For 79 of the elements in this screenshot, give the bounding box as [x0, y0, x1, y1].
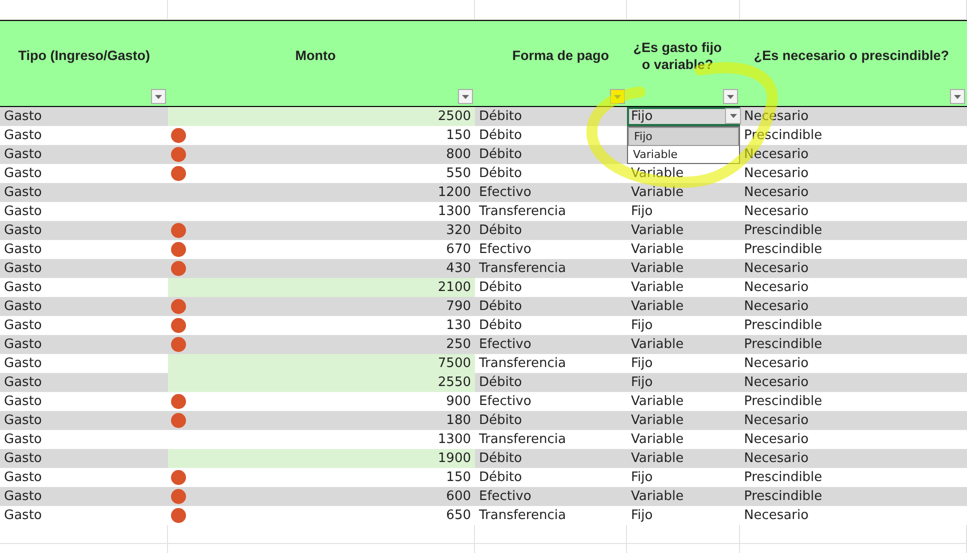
header-label: Forma de pago [512, 48, 609, 65]
cell-value: Variable [631, 261, 684, 276]
dropdown-option[interactable]: Variable [628, 146, 739, 163]
table-cell: Efectivo [475, 183, 627, 202]
amount-value: 130 [446, 317, 471, 335]
cell-value: Fijo [631, 508, 653, 523]
amount-value: 2100 [438, 279, 471, 297]
table-cell: Gasto [0, 259, 168, 278]
table-cell: Débito [475, 411, 627, 430]
cell-value: Fijo [631, 356, 653, 371]
cell-value: Variable [631, 489, 684, 504]
table-cell: Gasto [0, 221, 168, 240]
table-cell: Efectivo [475, 335, 627, 354]
amount-value: 900 [446, 393, 471, 411]
cell-value: Variable [631, 451, 684, 466]
table-cell: Prescindible [740, 487, 967, 506]
cell-value: Variable [631, 185, 684, 200]
cell-value: Fijo [631, 318, 653, 333]
table-cell: Débito [475, 297, 627, 316]
amount-value: 550 [446, 165, 471, 183]
cell-value: Fijo [631, 204, 653, 219]
amount-value: 2550 [438, 374, 471, 392]
table-cell: Necesario [740, 373, 967, 392]
table-cell: Necesario [740, 259, 967, 278]
table-cell: Transferencia [475, 259, 627, 278]
amount-value: 430 [446, 260, 471, 278]
amount-value: 1200 [438, 184, 471, 202]
cell-value: Variable [631, 280, 684, 295]
header-label: ¿Es necesario o prescindible? [754, 48, 949, 65]
header-label: Tipo (Ingreso/Gasto) [18, 48, 150, 65]
amount-value: 790 [446, 298, 471, 316]
table-cell: Débito [475, 221, 627, 240]
amount-value: 180 [446, 412, 471, 430]
table-cell: Gasto [0, 373, 168, 392]
amount-value: 1300 [438, 431, 471, 449]
table-cell: Gasto [0, 107, 168, 126]
table-cell: Necesario [740, 297, 967, 316]
table-cell: Prescindible [740, 335, 967, 354]
cell-value: Variable [631, 299, 684, 314]
table-cell: Débito [475, 373, 627, 392]
cell-value: Variable [631, 432, 684, 447]
table-cell: Gasto [0, 335, 168, 354]
table-cell: Gasto [0, 183, 168, 202]
table-cell: Gasto [0, 449, 168, 468]
header-label: Monto [294, 48, 337, 65]
amount-value: 1300 [438, 203, 471, 221]
amount-value: 320 [446, 222, 471, 240]
table-cell: Efectivo [475, 487, 627, 506]
cell-value: Variable [631, 223, 684, 238]
table-cell: Prescindible [740, 221, 967, 240]
cell-value: Variable [631, 242, 684, 257]
cell-value: Fijo [631, 375, 653, 390]
table-cell: Gasto [0, 487, 168, 506]
cell-value: Fijo [631, 470, 653, 485]
amount-value: 7500 [438, 355, 471, 373]
cell-value: Variable [631, 337, 684, 352]
table-cell: Gasto [0, 411, 168, 430]
table-cell: Débito [475, 145, 627, 164]
table-cell: Necesario [740, 411, 967, 430]
amount-value: 1900 [438, 450, 471, 468]
dropdown-option[interactable]: Fijo [628, 127, 739, 146]
table-cell: Débito [475, 107, 627, 126]
amount-value: 650 [446, 507, 471, 525]
table-cell: Gasto [0, 297, 168, 316]
table-cell: Débito [475, 449, 627, 468]
table-cell: Gasto [0, 145, 168, 164]
table-cell: Necesario [740, 183, 967, 202]
amount-value: 150 [446, 127, 471, 145]
amount-value: 670 [446, 241, 471, 259]
amount-value: 2500 [438, 108, 471, 126]
cell-value: Variable [631, 413, 684, 428]
header-label: ¿Es gasto fijo o variable? [633, 40, 722, 74]
table-cell: Necesario [740, 449, 967, 468]
cell-value: Variable [631, 394, 684, 409]
amount-value: 600 [446, 488, 471, 506]
cell-value: Fijo [631, 109, 653, 124]
amount-value: 150 [446, 469, 471, 487]
amount-value: 250 [446, 336, 471, 354]
amount-value: 800 [446, 146, 471, 164]
